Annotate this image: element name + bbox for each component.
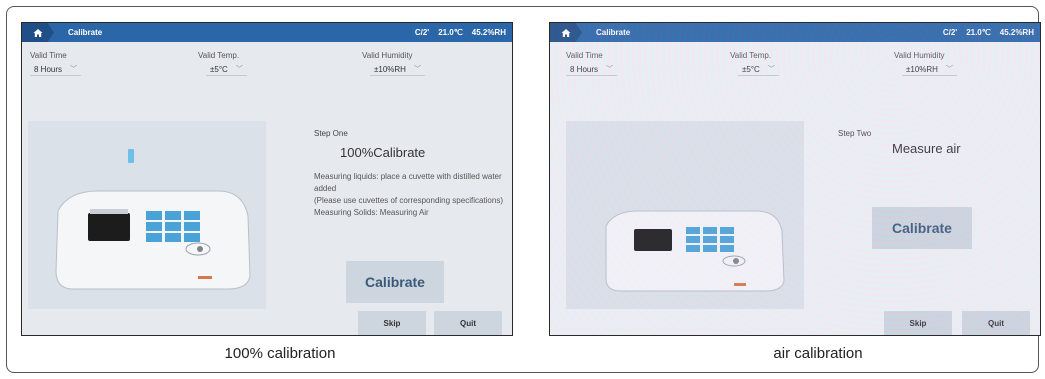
valid-temp-field: Valid Temp. ±5°C ﹀ xyxy=(730,51,779,76)
spectrophotometer-illustration xyxy=(55,149,251,290)
chevron-down-icon: ﹀ xyxy=(413,66,421,73)
valid-temp-label: Valid Temp. xyxy=(198,51,240,60)
spectrophotometer-illustration xyxy=(605,210,785,292)
status-readout: C/2' 21.0℃ 45.2%RH xyxy=(415,28,506,37)
instruction-line: Measuring Solids: Measuring Air xyxy=(314,208,429,217)
step-label: Step Two xyxy=(838,129,872,138)
instruction-line: (Please use cuvettes of corresponding sp… xyxy=(314,196,503,205)
valid-time-select[interactable]: 8 Hours ﹀ xyxy=(30,63,82,76)
valid-humidity-select[interactable]: ±10%RH ﹀ xyxy=(370,63,425,76)
valid-temp-value: ±5°C xyxy=(742,64,760,74)
valid-humidity-field: Valid Humidity ±10%RH ﹀ xyxy=(894,51,957,76)
status-humidity: 45.2%RH xyxy=(471,28,506,37)
valid-time-label: Valid Time xyxy=(566,51,603,60)
chevron-down-icon: ﹀ xyxy=(606,66,614,73)
quit-button[interactable]: Quit xyxy=(434,311,502,335)
caption-right: air calibration xyxy=(773,345,863,362)
chevron-down-icon: ﹀ xyxy=(235,66,243,73)
valid-time-label: Valid Time xyxy=(30,51,67,60)
valid-humidity-label: Valid Humidity xyxy=(362,51,413,60)
home-icon xyxy=(561,28,571,37)
breadcrumb: Calibrate xyxy=(68,28,103,37)
valid-humidity-select[interactable]: ±10%RH ﹀ xyxy=(902,63,957,76)
instrument-image xyxy=(28,121,266,309)
skip-button[interactable]: Skip xyxy=(358,311,426,335)
top-bar: Calibrate C/2' 21.0℃ 45.2%RH xyxy=(22,23,512,42)
step-label: Step One xyxy=(314,129,348,138)
breadcrumb: Calibrate xyxy=(596,28,631,37)
calibrate-button[interactable]: Calibrate xyxy=(872,207,972,249)
chevron-down-icon: ﹀ xyxy=(945,66,953,73)
step-heading: 100%Calibrate xyxy=(340,145,426,160)
valid-temp-value: ±5°C xyxy=(210,64,228,74)
valid-temp-label: Valid Temp. xyxy=(730,51,772,60)
valid-time-select[interactable]: 8 Hours ﹀ xyxy=(566,63,618,76)
valid-temp-select[interactable]: ±5°C ﹀ xyxy=(206,63,247,76)
chevron-down-icon: ﹀ xyxy=(70,66,78,73)
screen-100-calibration: Calibrate C/2' 21.0℃ 45.2%RH Valid Time … xyxy=(21,22,513,336)
valid-temp-field: Valid Temp. ±5°C ﹀ xyxy=(198,51,247,76)
instruction-line: Measuring liquids: place a cuvette with … xyxy=(314,172,502,193)
status-temp: 21.0℃ xyxy=(438,28,463,37)
home-icon xyxy=(33,28,43,37)
valid-time-value: 8 Hours xyxy=(34,64,63,74)
valid-humidity-label: Valid Humidity xyxy=(894,51,945,60)
quit-button[interactable]: Quit xyxy=(962,311,1030,335)
valid-humidity-field: Valid Humidity ±10%RH ﹀ xyxy=(362,51,425,76)
step-heading: Measure air xyxy=(892,141,961,156)
home-button[interactable] xyxy=(550,23,582,42)
skip-button[interactable]: Skip xyxy=(884,311,952,335)
status-readout: C/2' 21.0℃ 45.2%RH xyxy=(943,28,1034,37)
caption-left: 100% calibration xyxy=(224,345,336,362)
valid-temp-select[interactable]: ±5°C ﹀ xyxy=(738,63,779,76)
instrument-image xyxy=(566,121,804,309)
valid-humidity-value: ±10%RH xyxy=(374,64,406,74)
home-button[interactable] xyxy=(22,23,54,42)
valid-time-field: Valid Time 8 Hours ﹀ xyxy=(30,51,82,76)
cuvette-icon xyxy=(128,149,134,163)
status-temp: 21.0℃ xyxy=(966,28,991,37)
valid-time-value: 8 Hours xyxy=(570,64,599,74)
instructions: Measuring liquids: place a cuvette with … xyxy=(314,171,512,219)
status-unit: C/2' xyxy=(414,28,430,37)
valid-time-field: Valid Time 8 Hours ﹀ xyxy=(566,51,618,76)
calibrate-button[interactable]: Calibrate xyxy=(346,261,444,303)
chevron-down-icon: ﹀ xyxy=(767,66,775,73)
top-bar: Calibrate C/2' 21.0℃ 45.2%RH xyxy=(550,23,1040,42)
screen-air-calibration: Calibrate C/2' 21.0℃ 45.2%RH Valid Time … xyxy=(549,22,1041,336)
status-humidity: 45.2%RH xyxy=(999,28,1034,37)
status-unit: C/2' xyxy=(942,28,958,37)
valid-humidity-value: ±10%RH xyxy=(906,64,938,74)
